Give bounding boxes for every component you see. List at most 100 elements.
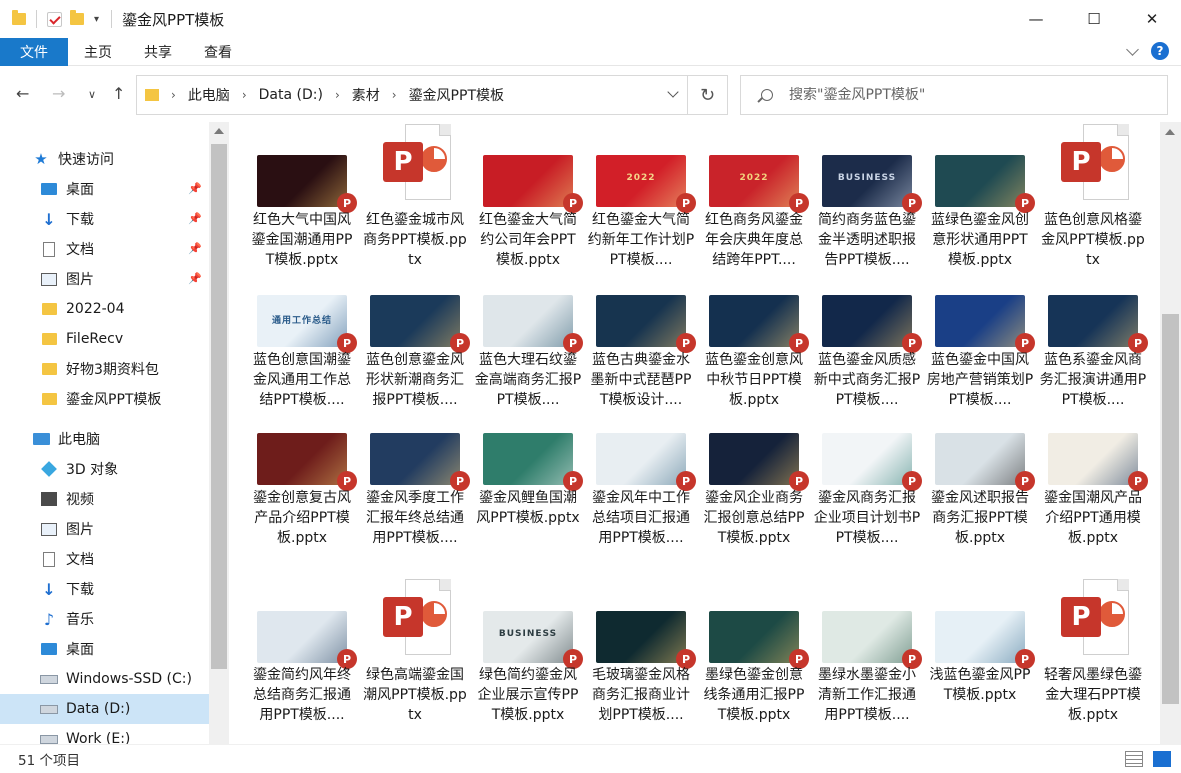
recent-locations-chevron-icon[interactable]: ∨ [88, 88, 96, 101]
file-item[interactable]: P 鎏金风季度工作汇报年终总结通用PPT模板.... [361, 433, 470, 583]
file-item[interactable]: P 蓝色大理石纹鎏金高端商务汇报PPT模板.... [474, 294, 583, 444]
file-item[interactable]: P 红色大气中国风鎏金国潮通用PPT模板.pptx [248, 122, 357, 272]
file-item[interactable]: P 蓝色创意鎏金风形状新潮商务汇报PPT模板.... [361, 294, 470, 444]
search-input[interactable] [789, 87, 1149, 103]
file-item[interactable]: 通用工作总结 P 蓝色创意国潮鎏金风通用工作总结PPT模板.... [248, 294, 357, 444]
file-item[interactable]: P 鎏金风述职报告商务汇报PPT模板.pptx [926, 433, 1035, 583]
forward-arrow-icon[interactable]: → [52, 84, 65, 103]
breadcrumb-this-pc[interactable]: 此电脑 [188, 85, 230, 105]
file-item[interactable]: 2022 P 红色商务风鎏金年会庆典年度总结跨年PPT.... [700, 122, 809, 272]
minimize-button[interactable]: — [1007, 0, 1065, 38]
address-bar[interactable]: › 此电脑 › Data (D:) › 素材 › 鎏金风PPT模板 ↻ [136, 75, 728, 115]
file-item[interactable]: BUSINESS P 简约商务蓝色鎏金半透明述职报告PPT模板.... [813, 122, 922, 272]
file-item[interactable]: P 墨绿色鎏金创意线条通用汇报PPT模板.pptx [700, 577, 809, 727]
slide-thumbnail: 通用工作总结 [257, 295, 347, 347]
sidebar-item[interactable]: ♪ 音乐 [0, 604, 210, 634]
tab-share[interactable]: 共享 [128, 38, 188, 66]
help-icon[interactable]: ? [1151, 42, 1169, 60]
file-name: 鎏金风商务汇报企业项目计划书PPT模板.... [813, 490, 921, 546]
file-item[interactable]: P 蓝色鎏金中国风房地产营销策划PPT模板.... [926, 294, 1035, 444]
file-view-scroll-thumb[interactable] [1162, 314, 1179, 704]
file-item[interactable]: P 鎏金风企业商务汇报创意总结PPT模板.pptx [700, 433, 809, 583]
navigation-bar: ← → ∨ ↑ › 此电脑 › Data (D:) › 素材 › 鎏金风PPT模… [0, 66, 1181, 122]
sidebar-item[interactable]: Windows-SSD (C:) [0, 664, 210, 694]
sidebar-item[interactable]: ↓ 下载 📌 [0, 204, 210, 234]
slide-thumbnail [935, 295, 1025, 347]
breadcrumb-current-folder[interactable]: 鎏金风PPT模板 [409, 85, 504, 105]
file-item[interactable]: P 毛玻璃鎏金风格商务汇报商业计划PPT模板.... [587, 577, 696, 727]
sidebar-item[interactable]: 图片 📌 [0, 264, 210, 294]
tab-file[interactable]: 文件 [0, 37, 68, 66]
slide-thumbnail [370, 295, 460, 347]
breadcrumb-separator-icon[interactable]: › [171, 88, 176, 102]
sidebar-item[interactable]: Work (E:) [0, 724, 210, 744]
file-item[interactable]: P 蓝绿色鎏金风创意形状通用PPT模板.pptx [926, 122, 1035, 272]
large-icons-view-icon[interactable] [1153, 751, 1171, 767]
folder-icon[interactable] [12, 10, 26, 25]
sidebar-item[interactable]: 此电脑 [0, 424, 210, 454]
back-arrow-icon[interactable]: ← [16, 84, 29, 103]
scroll-up-arrow-icon[interactable] [1165, 129, 1175, 135]
sidebar-item-label: 图片 [66, 272, 94, 288]
new-folder-icon[interactable] [70, 10, 84, 25]
file-item[interactable]: P 鎏金风年中工作总结项目汇报通用PPT模板.... [587, 433, 696, 583]
sidebar-item[interactable]: 视频 [0, 484, 210, 514]
search-box[interactable] [740, 75, 1168, 115]
breadcrumb-separator-icon[interactable]: › [392, 88, 397, 102]
navigation-pane-scroll-thumb[interactable] [211, 144, 227, 669]
file-item[interactable]: P 墨绿水墨鎏金小清新工作汇报通用PPT模板.... [813, 577, 922, 727]
file-item[interactable]: P 绿色高端鎏金国潮风PPT模板.pptx [361, 577, 469, 727]
properties-check-icon[interactable] [47, 11, 62, 27]
tab-home[interactable]: 主页 [68, 38, 128, 66]
sidebar-item[interactable]: 图片 [0, 514, 210, 544]
sidebar-item[interactable]: 文档 📌 [0, 234, 210, 264]
sidebar-item[interactable]: Data (D:) [0, 694, 210, 724]
sidebar-item[interactable]: 2022-04 [0, 294, 210, 324]
file-item[interactable]: P 浅蓝色鎏金风PPT模板.pptx [926, 577, 1035, 727]
breadcrumb-sucai[interactable]: 素材 [352, 85, 380, 105]
sidebar-item[interactable]: FileRecv [0, 324, 210, 354]
sidebar-item[interactable]: 桌面 [0, 634, 210, 664]
file-item[interactable]: 2022 P 红色鎏金大气简约新年工作计划PPT模板.... [587, 122, 696, 272]
slide-thumbnail [257, 155, 347, 207]
close-button[interactable]: ✕ [1123, 0, 1181, 38]
file-item[interactable]: P 红色鎏金城市风商务PPT模板.pptx [361, 122, 469, 272]
sidebar-item[interactable]: ★ 快速访问 [0, 144, 210, 174]
slide-thumbnail [257, 433, 347, 485]
file-item[interactable]: P 蓝色鎏金创意风中秋节日PPT模板.pptx [700, 294, 809, 444]
customize-toolbar-dropdown-icon[interactable]: ▾ [94, 14, 99, 25]
file-item[interactable]: P 鎏金简约风年终总结商务汇报通用PPT模板.... [248, 577, 357, 727]
file-item[interactable]: P 轻奢风墨绿色鎏金大理石PPT模板.pptx [1039, 577, 1147, 727]
breadcrumb-separator-icon[interactable]: › [335, 88, 340, 102]
scroll-up-arrow-icon[interactable] [214, 128, 224, 134]
file-item[interactable]: P 红色鎏金大气简约公司年会PPT模板.pptx [474, 122, 583, 272]
breadcrumb-separator-icon[interactable]: › [242, 88, 247, 102]
file-name: 蓝色创意国潮鎏金风通用工作总结PPT模板.... [253, 352, 351, 408]
address-history-chevron-icon[interactable] [667, 86, 679, 98]
up-arrow-icon[interactable]: ↑ [112, 84, 125, 103]
sidebar-item[interactable]: 桌面 📌 [0, 174, 210, 204]
file-item[interactable]: P 蓝色系鎏金风商务汇报演讲通用PPT模板.... [1039, 294, 1148, 444]
file-item[interactable]: P 蓝色创意风格鎏金风PPT模板.pptx [1039, 122, 1147, 272]
sidebar-item-label: 音乐 [66, 612, 94, 628]
file-item[interactable]: P 蓝色鎏金风质感新中式商务汇报PPT模板.... [813, 294, 922, 444]
slide-thumbnail [935, 155, 1025, 207]
sidebar-item[interactable]: 文档 [0, 544, 210, 574]
file-item[interactable]: P 鎏金风鲤鱼国潮风PPT模板.pptx [474, 433, 583, 583]
sidebar-item[interactable]: ↓ 下载 [0, 574, 210, 604]
file-item[interactable]: P 蓝色古典鎏金水墨新中式琵琶PPT模板设计.... [587, 294, 696, 444]
sidebar-item[interactable]: 鎏金风PPT模板 [0, 384, 210, 414]
sidebar-item[interactable]: 3D 对象 [0, 454, 210, 484]
file-item[interactable]: P 鎏金创意复古风产品介绍PPT模板.pptx [248, 433, 357, 583]
refresh-icon[interactable]: ↻ [687, 76, 727, 114]
file-item[interactable]: P 鎏金风商务汇报企业项目计划书PPT模板.... [813, 433, 922, 583]
sidebar-item[interactable]: 好物3期资料包 [0, 354, 210, 384]
maximize-button[interactable]: ☐ [1065, 0, 1123, 38]
details-view-icon[interactable] [1125, 751, 1143, 767]
breadcrumb-data-drive[interactable]: Data (D:) [259, 87, 323, 103]
expand-ribbon-chevron-icon[interactable] [1126, 42, 1139, 56]
file-name: 浅蓝色鎏金风PPT模板.pptx [929, 667, 1031, 703]
file-item[interactable]: P 鎏金国潮风产品介绍PPT通用模板.pptx [1039, 433, 1148, 583]
tab-view[interactable]: 查看 [188, 38, 248, 66]
file-item[interactable]: BUSINESS P 绿色简约鎏金风企业展示宣传PPT模板.pptx [474, 577, 583, 727]
